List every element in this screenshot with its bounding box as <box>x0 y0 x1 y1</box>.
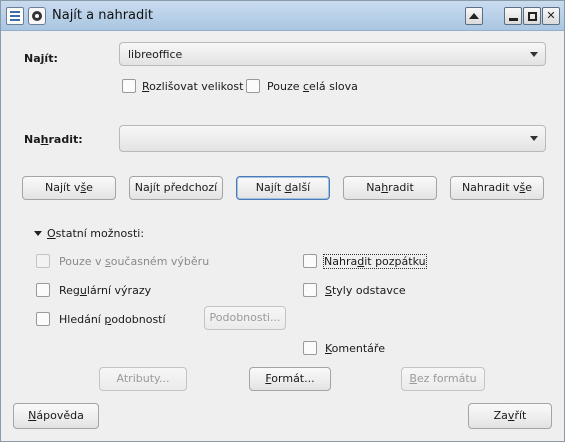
maximize-icon[interactable] <box>523 7 541 25</box>
match-case-label[interactable]: Rozlišovat velikost <box>142 80 243 93</box>
title-bar: Najít a nahradit ✕ <box>1 1 564 31</box>
find-all-button[interactable]: Najít vše <box>22 176 116 200</box>
other-options-expander[interactable]: Ostatní možnosti: <box>47 227 144 240</box>
document-icon <box>6 7 24 25</box>
paragraph-styles-label[interactable]: Styly odstavce <box>325 284 406 297</box>
attributes-button[interactable]: Atributy... <box>99 367 187 391</box>
regex-label[interactable]: Regulární výrazy <box>59 284 151 297</box>
chevron-down-icon[interactable] <box>530 136 538 141</box>
replace-backwards-checkbox[interactable] <box>303 254 317 268</box>
whole-words-label[interactable]: Pouze celá slova <box>267 80 358 93</box>
current-selection-checkbox[interactable] <box>36 254 50 268</box>
format-button[interactable]: Formát... <box>249 367 331 391</box>
replace-combobox[interactable] <box>119 125 546 152</box>
find-label: Najít: <box>24 52 58 65</box>
comments-checkbox[interactable] <box>303 341 317 355</box>
whole-words-checkbox[interactable] <box>246 79 260 93</box>
minimize-icon[interactable] <box>504 7 522 25</box>
replace-label: Nahradit: <box>24 133 83 146</box>
current-selection-label[interactable]: Pouze v současném výběru <box>59 255 209 268</box>
close-icon[interactable]: ✕ <box>542 7 560 25</box>
expander-arrow-icon[interactable] <box>34 231 42 236</box>
similarities-button[interactable]: Podobnosti... <box>204 306 286 330</box>
find-replace-dialog: Najít a nahradit ✕ Najít: libreoffice Ro… <box>0 0 565 442</box>
no-format-button[interactable]: Bez formátu <box>401 367 485 391</box>
find-previous-button[interactable]: Najít předchozí <box>129 176 223 200</box>
find-combobox[interactable]: libreoffice <box>119 42 546 66</box>
match-case-checkbox[interactable] <box>122 79 136 93</box>
regex-checkbox[interactable] <box>36 283 50 297</box>
paragraph-styles-checkbox[interactable] <box>303 283 317 297</box>
app-menu-icon[interactable] <box>28 7 46 25</box>
replace-button[interactable]: Nahradit <box>343 176 437 200</box>
find-next-button[interactable]: Najít další <box>236 176 330 200</box>
comments-label[interactable]: Komentáře <box>325 342 385 355</box>
window-title: Najít a nahradit <box>52 8 153 23</box>
chevron-down-icon[interactable] <box>530 52 538 57</box>
similarity-search-checkbox[interactable] <box>36 312 50 326</box>
replace-backwards-label[interactable]: Nahradit pozpátku <box>323 254 427 269</box>
find-input-value[interactable]: libreoffice <box>128 48 182 61</box>
close-button[interactable]: Zavřít <box>468 403 552 429</box>
similarity-search-label[interactable]: Hledání podobností <box>59 313 166 326</box>
roll-up-icon[interactable] <box>465 7 483 25</box>
replace-all-button[interactable]: Nahradit vše <box>450 176 544 200</box>
help-button[interactable]: Nápověda <box>13 403 99 429</box>
